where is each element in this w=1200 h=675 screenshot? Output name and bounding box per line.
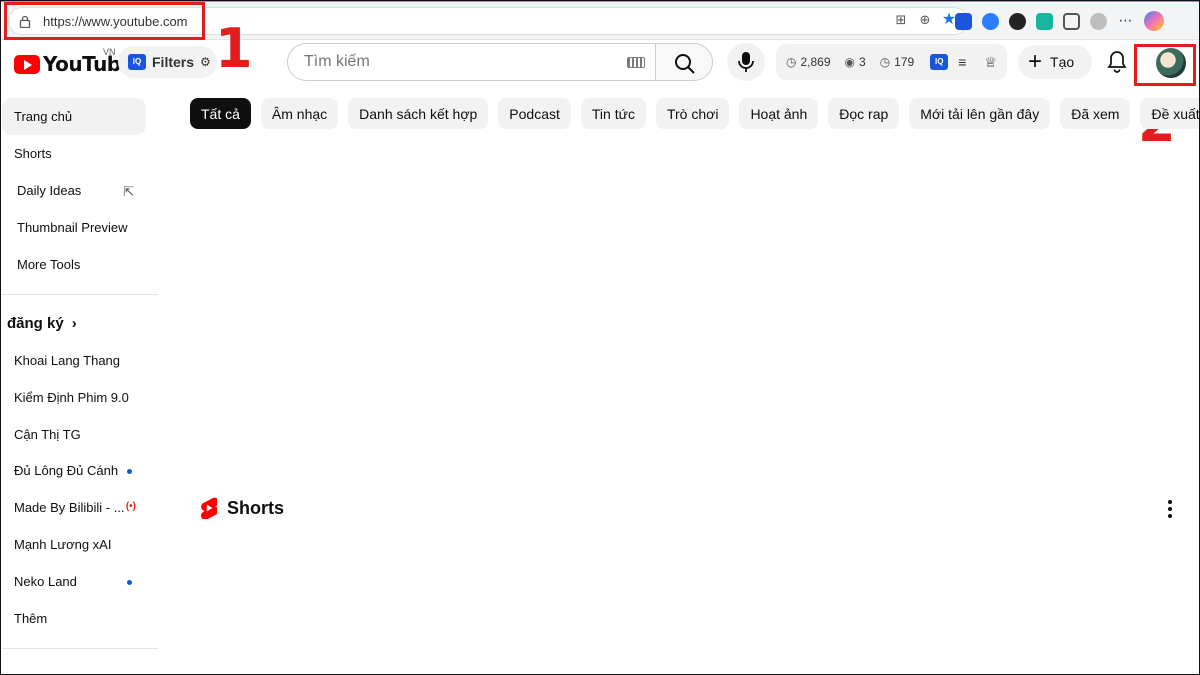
subscription-label: Kiểm Định Phim 9.0: [14, 390, 129, 405]
extension-iq-icon[interactable]: [955, 12, 972, 30]
search-input[interactable]: [304, 53, 604, 71]
subscription-item[interactable]: Đủ Lông Đủ Cánh: [2, 452, 146, 489]
chip-animation[interactable]: Hoạt ảnh: [739, 98, 819, 129]
stat-watch-time: 2,869: [800, 55, 831, 69]
subscription-item[interactable]: Kiểm Định Phim 9.0: [2, 379, 146, 416]
chevron-right-icon: ›: [71, 315, 77, 332]
subscription-label: Đủ Lông Đủ Cánh: [14, 463, 119, 478]
shorts-section-title: Shorts: [227, 497, 285, 518]
live-icon: (•): [125, 501, 136, 512]
region-code: VN: [103, 47, 116, 57]
filters-button[interactable]: IQ Filters ⚙: [118, 46, 217, 78]
filters-label: Filters: [152, 54, 195, 70]
sidebar-item-thumbnail-preview[interactable]: Thumbnail Preview: [2, 209, 146, 246]
sidebar-item-label: Thumbnail Preview: [17, 220, 128, 235]
chip-gaming[interactable]: Trò chơi: [655, 98, 730, 129]
notifications-bell-icon[interactable]: [1106, 50, 1128, 74]
youtube-logo[interactable]: YouTube: [14, 52, 134, 76]
download-icon[interactable]: [1009, 12, 1026, 30]
sidebar-divider: [2, 294, 158, 295]
sidebar-divider: [2, 648, 158, 649]
iq-badge: IQ: [128, 54, 146, 70]
extension-blue-icon[interactable]: [982, 12, 999, 30]
stats-pill[interactable]: ◷ 2,869 ◉ 3 ◷ 179 IQ ≡ ♕: [776, 44, 1007, 80]
chip-rap[interactable]: Đọc rap: [828, 98, 900, 129]
subscription-label: Khoai Lang Thang: [14, 353, 121, 368]
create-label: Tạo: [1050, 54, 1075, 70]
show-more-button[interactable]: Thêm: [2, 600, 146, 637]
timer-icon: ◷: [879, 55, 891, 69]
microphone-icon: [738, 52, 754, 72]
sidebar-item-label: Daily Ideas: [17, 183, 82, 198]
sidebar-item-label: Shorts: [14, 146, 52, 161]
subscription-item[interactable]: Cận Thị TG: [2, 416, 146, 453]
browser-profile-icon[interactable]: [1090, 12, 1107, 30]
chip-music[interactable]: Âm nhạc: [260, 98, 339, 129]
subscription-item[interactable]: Neko Land: [2, 563, 146, 600]
search-icon: [675, 54, 695, 74]
youtube-play-icon: [14, 54, 40, 74]
subscription-item[interactable]: Made By Bilibili - ... (•): [2, 489, 146, 526]
subscription-label: Mạnh Lương xAI: [14, 537, 112, 552]
chip-podcast[interactable]: Podcast: [498, 98, 571, 129]
sidebar-item-label: More Tools: [17, 257, 81, 272]
subscriptions-heading-label: đăng ký: [7, 315, 64, 332]
new-content-dot: [127, 469, 132, 474]
subscription-item[interactable]: Khoai Lang Thang: [2, 342, 146, 379]
stat-eye-count: 3: [859, 55, 866, 69]
external-link-icon: ⇱: [123, 184, 134, 199]
category-chips: Tất cả Âm nhạc Danh sách kết hợp Podcast…: [190, 98, 1200, 129]
chip-recently-uploaded[interactable]: Mới tải lên gần đây: [909, 98, 1051, 129]
chip-all[interactable]: Tất cả: [190, 98, 251, 129]
eye-icon: ◉: [844, 55, 855, 69]
app-available-icon[interactable]: ⊞: [893, 12, 909, 28]
sliders-icon: ⚙: [200, 55, 211, 69]
highlight-box-address: [4, 2, 205, 40]
more-options-icon[interactable]: [1168, 500, 1172, 518]
chip-watched[interactable]: Đã xem: [1060, 98, 1131, 129]
list-icon[interactable]: ≡: [958, 54, 966, 70]
search-box[interactable]: [287, 43, 655, 81]
extension-green-icon[interactable]: [1036, 12, 1053, 30]
keyboard-icon[interactable]: [627, 57, 645, 68]
create-button[interactable]: + Tạo: [1018, 45, 1092, 79]
sidebar-item-more-tools[interactable]: More Tools: [2, 246, 146, 283]
shorts-icon: [201, 497, 217, 519]
sidebar-item-shorts[interactable]: Shorts: [2, 135, 146, 172]
clock-icon: ◷: [786, 55, 797, 69]
voice-search-button[interactable]: [727, 43, 765, 81]
extensions-puzzle-icon[interactable]: [1063, 12, 1080, 30]
subscription-label: Made By Bilibili - ...: [14, 500, 125, 515]
subscription-label: Neko Land: [14, 574, 77, 589]
chip-news[interactable]: Tin tức: [580, 98, 646, 129]
sidebar-item-label: Trang chủ: [14, 109, 73, 124]
account-avatar[interactable]: [1156, 48, 1186, 78]
new-content-dot: [127, 580, 132, 585]
browser-menu-icon[interactable]: ⋯: [1117, 13, 1134, 30]
chip-new-to-you[interactable]: Đề xuất mới: [1140, 98, 1200, 129]
shorts-section-header: Shorts: [200, 497, 284, 519]
show-more-label: Thêm: [14, 611, 48, 626]
sidebar-item-home[interactable]: Trang chủ: [2, 98, 146, 135]
plus-icon: +: [1028, 48, 1043, 75]
search-button[interactable]: [655, 43, 713, 81]
copilot-icon[interactable]: [1144, 11, 1164, 31]
subscription-item[interactable]: Mạnh Lương xAI: [2, 526, 146, 563]
chip-mixes[interactable]: Danh sách kết hợp: [348, 98, 489, 129]
sidebar-item-daily-ideas[interactable]: Daily Ideas ⇱: [2, 172, 146, 209]
annotation-number-1: 1: [215, 17, 253, 80]
zoom-icon[interactable]: ⊕: [917, 12, 933, 28]
stat-clock-count: 179: [894, 55, 915, 69]
subscription-label: Cận Thị TG: [14, 427, 81, 442]
iq-badge-stats[interactable]: IQ: [930, 54, 949, 70]
trophy-icon[interactable]: ♕: [984, 54, 997, 71]
subscriptions-heading[interactable]: đăng ký ›: [7, 315, 77, 332]
